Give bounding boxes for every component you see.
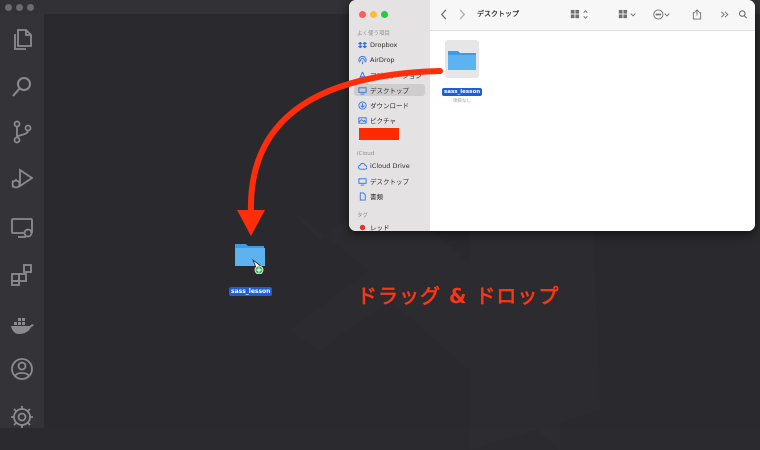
document-icon <box>357 191 367 201</box>
airdrop-icon <box>357 55 367 65</box>
finder-toolbar: デスクトップ <box>430 0 755 31</box>
finder-minimize-button[interactable] <box>370 11 377 18</box>
red-tag-dot-icon <box>357 222 367 231</box>
finder-content-area: sass_lesson 項目なし <box>430 31 755 231</box>
sidebar-item-label: Dropbox <box>370 41 398 49</box>
folder-item[interactable]: sass_lesson 項目なし <box>442 40 483 104</box>
search-icon[interactable] <box>9 74 35 100</box>
sidebar-item-label: デスクトップ <box>370 178 409 186</box>
more-toolbar-icon[interactable] <box>720 8 730 20</box>
action-menu-icon[interactable] <box>652 8 672 20</box>
dragged-folder-name: sass_lesson <box>229 287 273 296</box>
sidebar-item-documents[interactable]: 書類 <box>354 190 425 202</box>
sidebar-item-label: AirDrop <box>370 56 395 64</box>
pictures-icon <box>357 115 367 125</box>
remote-explorer-icon[interactable] <box>9 215 35 241</box>
sidebar-item-label: iCloud Drive <box>370 162 410 170</box>
icloud-header: iCloud <box>357 151 375 157</box>
activity-bar <box>0 14 44 428</box>
search-icon[interactable] <box>738 8 748 20</box>
finder-close-button[interactable] <box>359 11 366 18</box>
sidebar-item-applications[interactable]: アプリケーション <box>354 69 425 81</box>
close-window-dot[interactable] <box>5 4 12 11</box>
desktop-icon <box>357 176 367 186</box>
sidebar-item-label: アプリケーション <box>370 72 422 80</box>
sidebar-item-airdrop[interactable]: AirDrop <box>354 54 425 66</box>
icon-view-button[interactable] <box>570 8 590 20</box>
source-control-icon[interactable] <box>9 119 35 145</box>
docker-icon[interactable] <box>9 312 35 338</box>
sidebar-item-label: ダウンロード <box>370 102 409 110</box>
sidebar-item-label: デスクトップ <box>370 87 409 95</box>
sidebar-item-icloud-desktop[interactable]: デスクトップ <box>354 175 425 187</box>
explorer-icon[interactable] <box>9 26 35 52</box>
account-icon[interactable] <box>9 356 35 382</box>
folder-item-count: 項目なし <box>453 99 471 104</box>
folder-icon <box>235 244 265 275</box>
redacted-sidebar-item <box>359 128 399 140</box>
applications-icon <box>357 70 367 80</box>
cloud-icon <box>357 161 367 171</box>
zoom-window-dot[interactable] <box>27 4 34 11</box>
folder-selection-highlight <box>445 40 479 78</box>
finder-zoom-button[interactable] <box>381 11 388 18</box>
folder-icon <box>448 51 476 70</box>
forward-button[interactable] <box>458 8 466 20</box>
finder-window-title: デスクトップ <box>477 10 519 18</box>
back-button[interactable] <box>440 8 448 20</box>
group-by-button[interactable] <box>618 8 638 20</box>
desktop-icon <box>357 85 367 95</box>
sidebar-item-label: ピクチャ <box>370 117 396 125</box>
favorites-header: よく使う項目 <box>357 31 391 37</box>
sidebar-item-label: 書類 <box>370 193 383 201</box>
finder-sidebar: よく使う項目 Dropbox AirDrop アプリケーション デスクトップ ダ… <box>349 0 430 231</box>
tags-header: タグ <box>357 213 369 219</box>
sidebar-item-downloads[interactable]: ダウンロード <box>354 99 425 111</box>
dragged-folder[interactable]: sass_lesson <box>229 240 273 297</box>
drag-and-drop-caption: ドラッグ & ドロップ <box>357 284 560 308</box>
sidebar-item-icloud-drive[interactable]: iCloud Drive <box>354 160 425 172</box>
extensions-icon[interactable] <box>9 262 35 288</box>
sidebar-item-tag-red[interactable]: レッド <box>354 221 425 231</box>
sidebar-item-label: レッド <box>370 224 390 231</box>
share-icon[interactable] <box>692 8 702 20</box>
sidebar-item-dropbox[interactable]: Dropbox <box>354 39 425 51</box>
sidebar-item-desktop[interactable]: デスクトップ <box>354 84 425 96</box>
finder-window: よく使う項目 Dropbox AirDrop アプリケーション デスクトップ ダ… <box>349 0 755 231</box>
folder-name-label: sass_lesson <box>442 88 483 96</box>
sidebar-item-pictures[interactable]: ピクチャ <box>354 114 425 126</box>
run-debug-icon[interactable] <box>9 166 35 192</box>
download-icon <box>357 100 367 110</box>
gear-icon[interactable] <box>9 404 35 430</box>
dropbox-icon <box>357 40 367 50</box>
minimize-window-dot[interactable] <box>16 4 23 11</box>
